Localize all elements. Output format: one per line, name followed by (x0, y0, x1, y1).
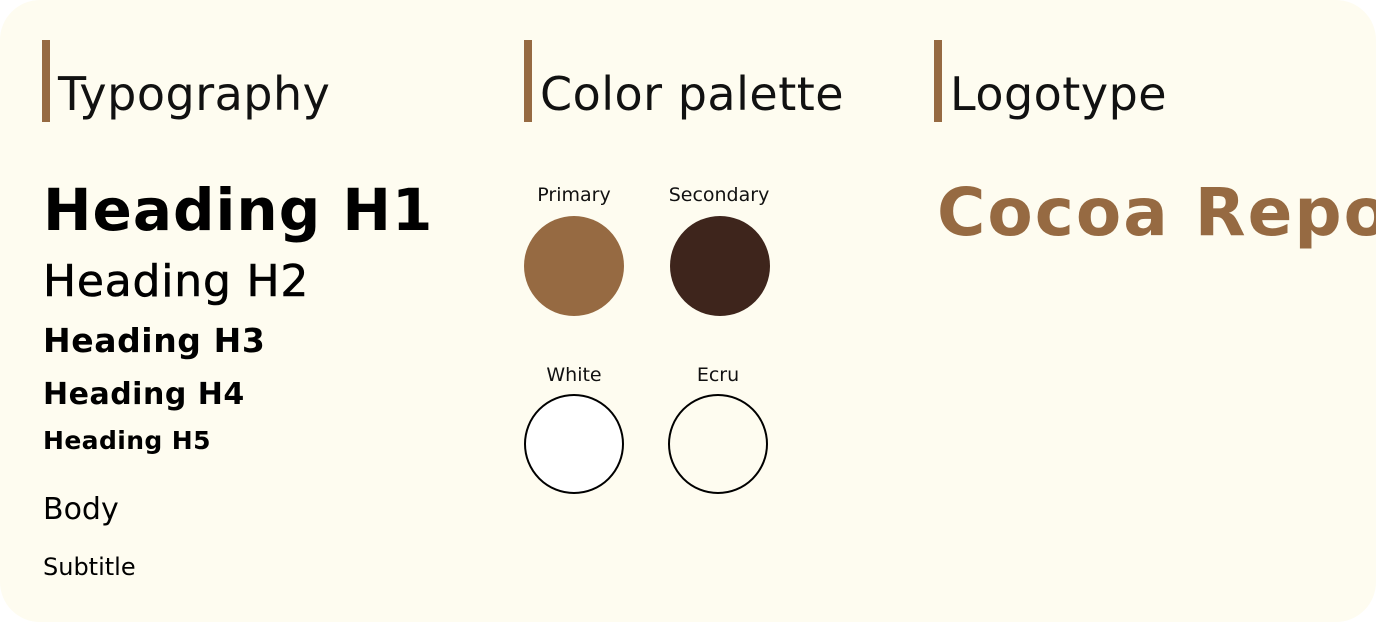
swatch-label-ecru: Ecru (696, 364, 740, 386)
heading-h2-sample: Heading H2 (43, 256, 310, 308)
swatch-label-secondary: Secondary (668, 184, 770, 206)
accent-bar (934, 40, 942, 122)
heading-h3-sample: Heading H3 (43, 321, 266, 360)
swatch-secondary (670, 216, 770, 316)
swatch-label-primary: Primary (537, 184, 611, 206)
subtitle-sample: Subtitle (43, 553, 136, 581)
swatch-primary (524, 216, 624, 316)
accent-bar (524, 40, 532, 122)
swatch-ecru (668, 394, 768, 494)
heading-h4-sample: Heading H4 (43, 377, 245, 412)
heading-h1-sample: Heading H1 (43, 176, 434, 244)
swatch-white (524, 394, 624, 494)
heading-h5-sample: Heading H5 (43, 426, 211, 455)
swatch-label-white: White (546, 364, 602, 386)
typography-title: Typography (58, 67, 331, 121)
palette-title: Color palette (540, 67, 845, 121)
style-guide-board: Typography Heading H1 Heading H2 Heading… (0, 0, 1376, 622)
accent-bar (42, 40, 50, 122)
brand-logotype: Cocoa Repo (937, 174, 1376, 251)
body-sample: Body (43, 492, 119, 527)
logotype-title: Logotype (950, 67, 1168, 121)
